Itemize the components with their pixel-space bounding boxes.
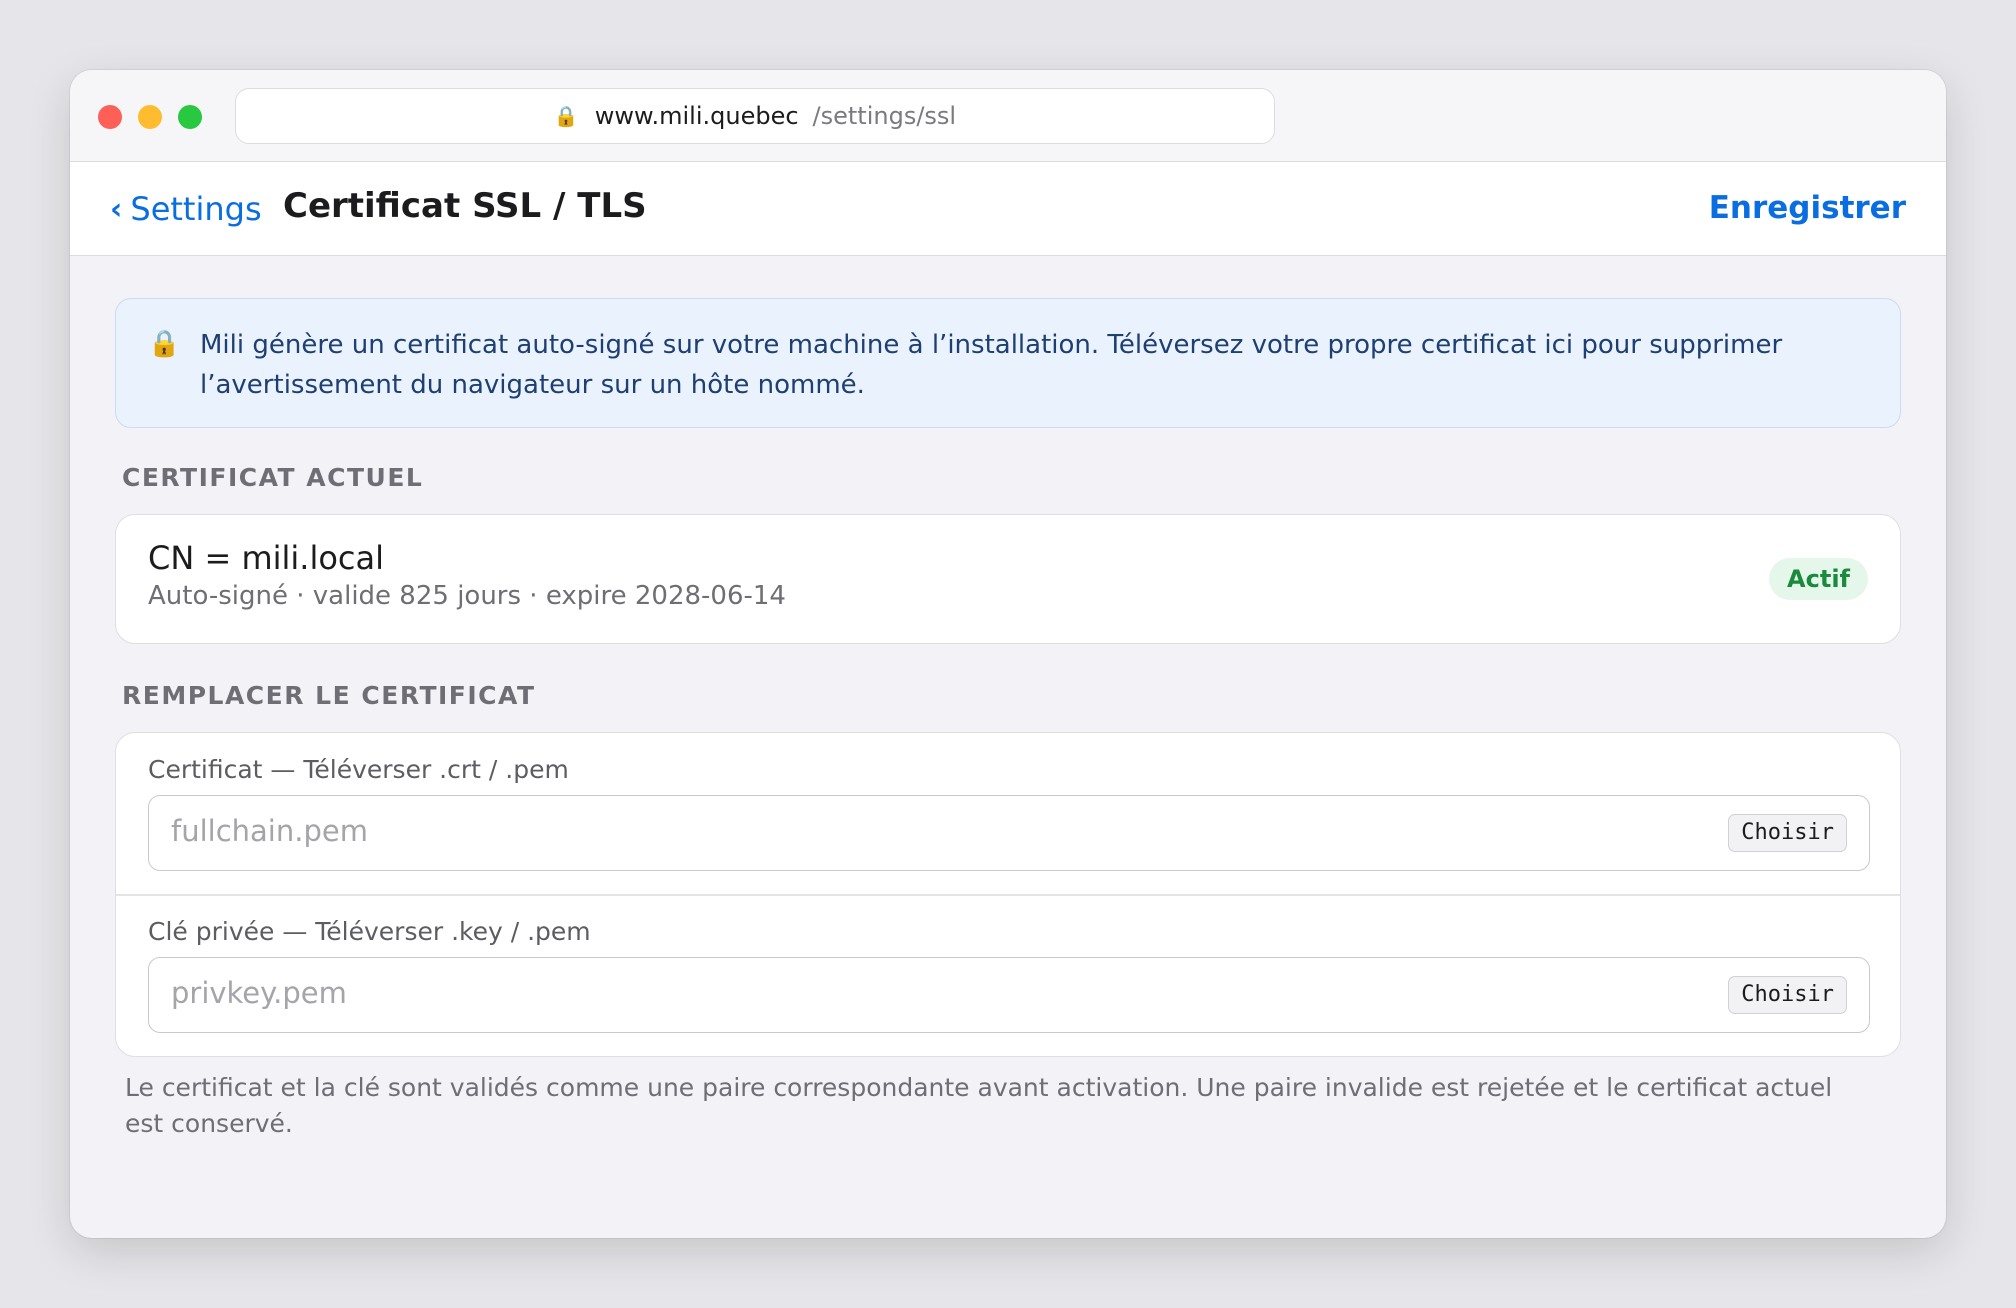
private-key-file-placeholder: privkey.pem xyxy=(171,976,347,1010)
address-bar[interactable]: 🔒 www.mili.quebec /settings/ssl xyxy=(235,88,1275,144)
minimize-window-button[interactable] xyxy=(138,105,162,129)
browser-chrome: 🔒 www.mili.quebec /settings/ssl xyxy=(70,70,1946,162)
url-path: /settings/ssl xyxy=(812,102,957,130)
zoom-window-button[interactable] xyxy=(178,105,202,129)
private-key-field-label: Clé privée — Téléverser .key / .pem xyxy=(148,917,591,946)
back-label: Settings xyxy=(130,190,262,228)
close-window-button[interactable] xyxy=(98,105,122,129)
certificate-file-field[interactable]: fullchain.pem Choisir xyxy=(148,795,1870,871)
lock-icon: 🔒 xyxy=(553,104,579,128)
info-text: Mili génère un certificat auto-signé sur… xyxy=(200,330,1783,400)
page-title: Certificat SSL / TLS xyxy=(283,186,647,226)
status-badge: Actif xyxy=(1769,558,1868,600)
validation-footnote: Le certificat et la clé sont validés com… xyxy=(125,1073,1833,1138)
choose-private-key-button[interactable]: Choisir xyxy=(1728,976,1847,1014)
replace-certificate-heading: REMPLACER LE CERTIFICAT xyxy=(122,681,536,710)
chevron-left-icon: ‹ xyxy=(110,191,123,227)
current-certificate-heading: CERTIFICAT ACTUEL xyxy=(122,463,424,492)
save-button[interactable]: Enregistrer xyxy=(1709,190,1906,226)
browser-window: 🔒 www.mili.quebec /settings/ssl ‹ Settin… xyxy=(70,70,1946,1238)
certificate-details: Auto-signé · valide 825 jours · expire 2… xyxy=(148,581,786,611)
navigation-bar: ‹ Settings Certificat SSL / TLS Enregist… xyxy=(70,162,1946,256)
certificate-common-name: CN = mili.local xyxy=(148,539,385,577)
lock-icon: 🔒 xyxy=(148,329,181,359)
divider xyxy=(116,894,1900,896)
choose-certificate-button[interactable]: Choisir xyxy=(1728,814,1847,852)
current-certificate-card: CN = mili.local Auto-signé · valide 825 … xyxy=(115,514,1901,644)
certificate-file-placeholder: fullchain.pem xyxy=(171,814,368,848)
back-button[interactable]: ‹ Settings xyxy=(110,190,262,228)
info-banner: 🔒 Mili génère un certificat auto-signé s… xyxy=(115,298,1901,428)
certificate-field-label: Certificat — Téléverser .crt / .pem xyxy=(148,755,569,784)
url-host: www.mili.quebec xyxy=(594,102,799,130)
replace-certificate-card: Certificat — Téléverser .crt / .pem full… xyxy=(115,732,1901,1057)
private-key-file-field[interactable]: privkey.pem Choisir xyxy=(148,957,1870,1033)
